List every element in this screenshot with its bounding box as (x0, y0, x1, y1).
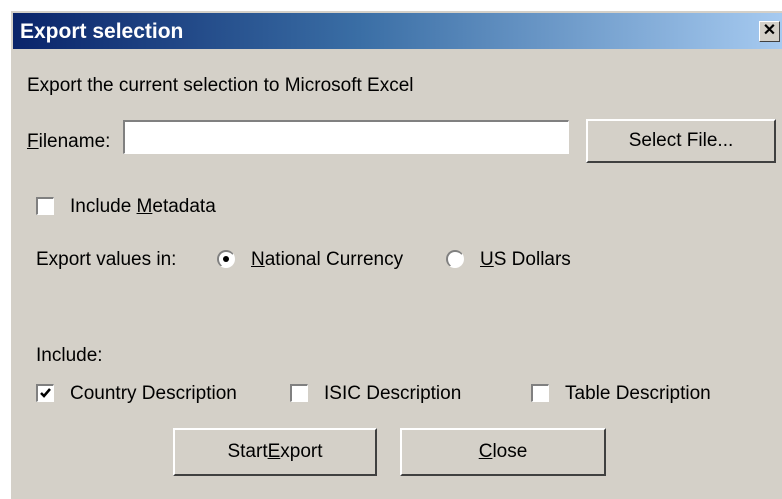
isic-description-checkbox[interactable] (290, 384, 308, 402)
filename-field[interactable] (123, 120, 569, 154)
table-description-checkbox[interactable] (531, 384, 549, 402)
include-label: Include: (36, 345, 103, 366)
us-dollars-label[interactable]: US Dollars (480, 249, 571, 271)
country-description-checkbox[interactable] (36, 384, 54, 402)
national-currency-radio[interactable] (217, 250, 235, 268)
radio-selected-dot (223, 256, 229, 262)
country-description-label[interactable]: Country Description (70, 383, 237, 405)
description-text: Export the current selection to Microsof… (27, 75, 414, 96)
close-window-button[interactable]: ✕ (759, 21, 780, 42)
national-currency-label[interactable]: National Currency (251, 249, 403, 271)
us-dollars-radio[interactable] (446, 250, 464, 268)
start-export-button[interactable]: Start Export (173, 428, 377, 476)
export-values-label: Export values in: (36, 249, 177, 270)
filename-label: Filename: (27, 131, 111, 152)
include-metadata-label[interactable]: Include Metadata (70, 196, 216, 218)
title-bar[interactable]: Export selection ✕ (13, 13, 782, 49)
checkmark-icon (40, 388, 51, 398)
include-metadata-checkbox[interactable] (36, 197, 54, 215)
close-button[interactable]: Close (400, 428, 606, 476)
select-file-button[interactable]: Select File... (586, 119, 776, 163)
window-title: Export selection (20, 20, 184, 43)
isic-description-label[interactable]: ISIC Description (324, 383, 461, 405)
export-selection-dialog: Export selection ✕ Export the current se… (10, 10, 782, 499)
close-icon: ✕ (762, 22, 777, 39)
table-description-label[interactable]: Table Description (565, 383, 711, 405)
